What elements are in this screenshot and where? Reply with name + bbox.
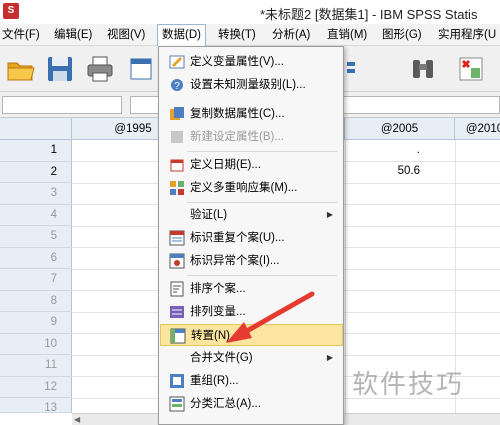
menu-item-set-measurement-level[interactable]: ? 设置未知测量级别(L)... [160, 74, 343, 96]
column-header-2005[interactable]: @2005 [345, 118, 455, 140]
menu-item-copy-data-properties[interactable]: 复制数据属性(C)... [160, 103, 343, 125]
copy-properties-icon [170, 107, 184, 120]
window-title: *未标题2 [数据集1] - IBM SPSS Statis [260, 7, 478, 22]
dialog-recall-icon[interactable] [128, 54, 158, 84]
row-header[interactable]: 6 [0, 247, 72, 269]
measurement-level-icon: ? [171, 79, 183, 92]
menu-item-new-custom-attribute[interactable]: 新建设定属性(B)... [160, 126, 343, 148]
menu-item-label: 排列变量... [190, 306, 246, 318]
cell-reference-field[interactable] [2, 96, 122, 114]
custom-attribute-icon [171, 131, 183, 143]
find-binoculars-icon[interactable] [408, 54, 438, 84]
row-header[interactable]: 9 [0, 312, 72, 334]
svg-text:?: ? [174, 81, 180, 92]
grid-cell-r1-2005[interactable]: . [345, 144, 420, 156]
variable-properties-icon [169, 55, 185, 69]
menu-utilities[interactable]: 实用程序(U [434, 24, 500, 46]
title-bar: S *未标题2 [数据集1] - IBM SPSS Statis [0, 0, 500, 24]
menu-analyze[interactable]: 分析(A) [268, 24, 314, 46]
menu-item-define-variable-properties[interactable]: 定义变量属性(V)... [160, 51, 343, 73]
menu-file[interactable]: 文件(F) [0, 24, 44, 46]
menu-item-validation[interactable]: 验证(L) ▶ [160, 204, 343, 226]
menu-item-merge-files[interactable]: 合并文件(G) ▶ [160, 347, 343, 369]
aggregate-icon [169, 396, 185, 412]
column-header-2010[interactable]: @2010 [455, 118, 500, 140]
row-header[interactable]: 8 [0, 290, 72, 312]
menu-item-label: 复制数据属性(C)... [190, 108, 285, 120]
menu-transform[interactable]: 转换(T) [214, 24, 260, 46]
row-header[interactable]: 11 [0, 355, 72, 377]
menu-item-label: 转置(N)... [191, 330, 240, 342]
menu-item-aggregate[interactable]: 分类汇总(A)... [160, 393, 343, 415]
row-header[interactable]: 10 [0, 333, 72, 355]
menu-item-label: 定义日期(E)... [190, 159, 261, 171]
menu-item-transpose[interactable]: 转置(N)... [160, 324, 343, 346]
menu-item-sort-cases[interactable]: 排序个案... [160, 278, 343, 300]
scroll-left-icon[interactable]: ◀ [74, 415, 82, 424]
row-header[interactable]: 5 [0, 226, 72, 248]
menu-item-label: 分类汇总(A)... [190, 398, 261, 410]
menu-item-label: 排序个案... [190, 283, 246, 295]
menu-item-define-dates[interactable]: 定义日期(E)... [160, 154, 343, 176]
watermark: 软件技巧 [352, 369, 465, 399]
insert-cases-icon[interactable] [456, 54, 486, 84]
row-header[interactable]: 1 [0, 140, 72, 162]
spss-app-icon[interactable]: S [3, 3, 19, 19]
calendar-icon [170, 159, 184, 172]
sort-variables-icon [170, 306, 184, 318]
row-header[interactable]: 7 [0, 269, 72, 291]
unusual-cases-icon [169, 253, 185, 269]
menu-item-label: 设置未知测量级别(L)... [190, 79, 306, 91]
menu-item-label: 标识重复个案(U)... [190, 232, 285, 244]
row-header[interactable]: 12 [0, 376, 72, 398]
menu-item-sort-variables[interactable]: 排列变量... [160, 301, 343, 323]
row-header[interactable]: 13 [0, 398, 72, 414]
grid-corner[interactable] [0, 118, 72, 140]
menu-item-restructure[interactable]: 重组(R)... [160, 370, 343, 392]
save-icon[interactable] [45, 54, 75, 84]
menu-direct-marketing[interactable]: 直销(M) [323, 24, 371, 46]
print-icon[interactable] [85, 54, 115, 84]
open-folder-icon[interactable] [6, 54, 36, 84]
menu-graphs[interactable]: 图形(G) [378, 24, 426, 46]
row-header[interactable]: 2 [0, 161, 72, 183]
menu-item-label: 合并文件(G) [190, 352, 253, 364]
transpose-icon [170, 328, 186, 344]
menu-item-label: 定义变量属性(V)... [190, 56, 284, 68]
submenu-arrow-icon: ▶ [326, 353, 333, 362]
menu-item-label: 新建设定属性(B)... [190, 131, 284, 143]
menu-edit[interactable]: 编辑(E) [50, 24, 96, 46]
submenu-arrow-icon: ▶ [326, 210, 333, 219]
menu-item-label: 重组(R)... [190, 375, 239, 387]
menu-item-label: 标识异常个案(I)... [190, 255, 280, 267]
menu-view[interactable]: 视图(V) [103, 24, 149, 46]
chart-bars-icon[interactable] [345, 54, 375, 84]
menu-item-identify-duplicate-cases[interactable]: 标识重复个案(U)... [160, 227, 343, 249]
menu-item-define-multiple-response-sets[interactable]: 定义多重响应集(M)... [160, 177, 343, 199]
menu-item-label: 定义多重响应集(M)... [190, 182, 298, 194]
data-menu-dropdown: 定义变量属性(V)... ? 设置未知测量级别(L)... 复制数据属性(C).… [158, 46, 344, 425]
grid-cell-r2-2005[interactable]: 50.6 [345, 165, 420, 177]
menu-bar: 文件(F) 编辑(E) 视图(V) 数据(D) 转换(T) 分析(A) 直销(M… [0, 24, 500, 46]
sort-cases-icon [170, 281, 184, 297]
duplicate-cases-icon [169, 230, 185, 246]
multiple-response-icon [170, 181, 184, 195]
row-header[interactable]: 3 [0, 183, 72, 205]
menu-item-label: 验证(L) [190, 209, 228, 221]
row-header[interactable]: 4 [0, 204, 72, 226]
menu-data[interactable]: 数据(D) [157, 24, 206, 46]
restructure-icon [170, 374, 184, 388]
menu-item-identify-unusual-cases[interactable]: 标识异常个案(I)... [160, 250, 343, 272]
